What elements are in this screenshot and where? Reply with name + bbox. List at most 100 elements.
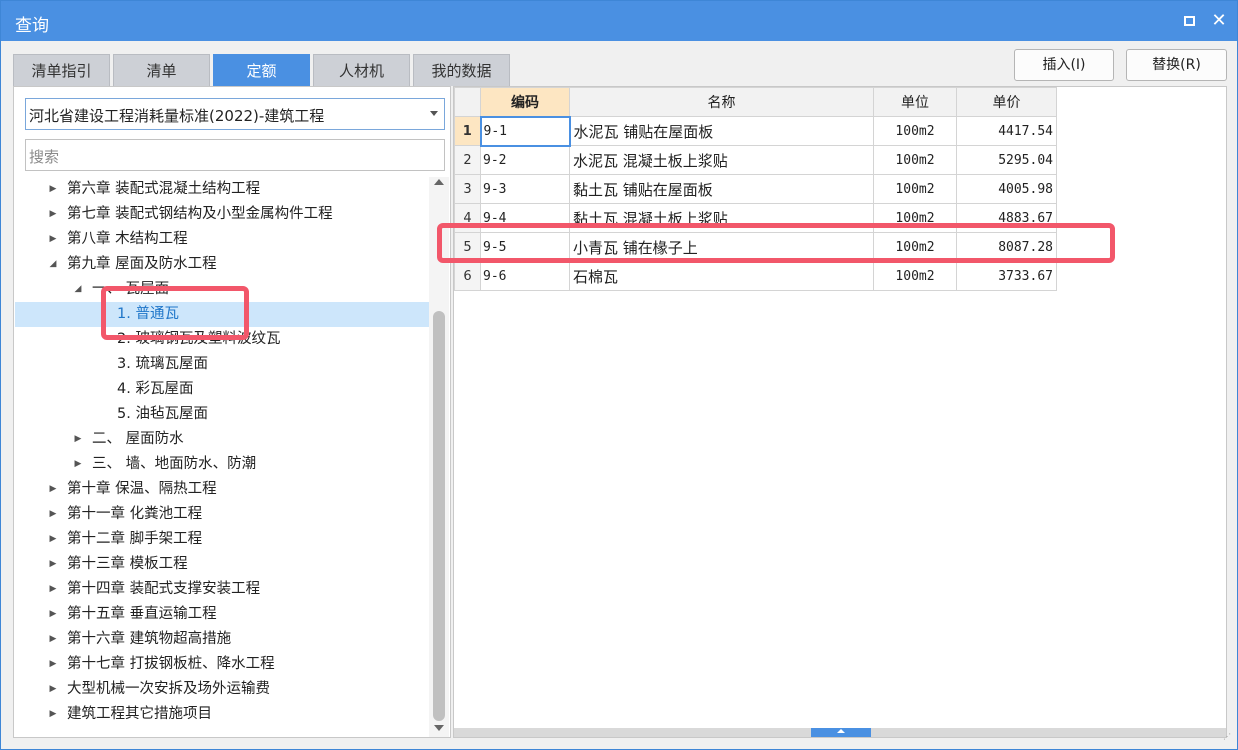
expand-arrow-icon[interactable]: ▶ [47,177,59,202]
cell-unit[interactable]: 100m2 [873,261,957,291]
cell-code[interactable]: 9-5 [480,232,570,262]
cell-name[interactable]: 石棉瓦 [569,261,874,291]
expand-arrow-icon[interactable]: ▶ [47,677,59,702]
expand-arrow-icon[interactable]: ▶ [47,527,59,552]
resize-grip-icon[interactable]: ⋰ [1223,733,1235,747]
tree-item[interactable]: ▶ 第十四章 装配式支撑安装工程 [15,577,429,602]
cell-price[interactable]: 3733.67 [956,261,1057,291]
collapse-arrow-icon[interactable]: ◢ [47,252,59,277]
cell-price[interactable]: 5295.04 [956,145,1057,175]
cell-code[interactable]: 9-4 [480,203,570,233]
table-row[interactable]: 4 9-4 黏土瓦 混凝土板上浆贴 100m2 4883.67 [454,203,1057,233]
tree-item[interactable]: 5. 油毡瓦屋面 [15,402,429,427]
cell-code[interactable]: 9-3 [480,174,570,204]
tree-item[interactable]: ▶ 第十二章 脚手架工程 [15,527,429,552]
tree-item[interactable]: ◢ 第九章 屋面及防水工程 [15,252,429,277]
col-header-unit[interactable]: 单位 [873,87,957,117]
cell-name[interactable]: 小青瓦 铺在椽子上 [569,232,874,262]
expand-arrow-icon[interactable]: ▶ [47,202,59,227]
col-header-name[interactable]: 名称 [569,87,874,117]
tree-item[interactable]: ◢ 一、 瓦屋面 [15,277,429,302]
expand-arrow-icon[interactable]: ▶ [47,552,59,577]
table-row[interactable]: 6 9-6 石棉瓦 100m2 3733.67 [454,261,1057,291]
left-panel: 河北省建设工程消耗量标准(2022)-建筑工程 搜索 ▶ 第六章 装配式混凝土结构… [13,86,451,738]
cell-price[interactable]: 8087.28 [956,232,1057,262]
cell-price[interactable]: 4417.54 [956,116,1057,146]
search-input[interactable]: 搜索 [25,139,445,171]
tree-item[interactable]: ▶ 第十七章 打拔钢板桩、降水工程 [15,652,429,677]
tree-item[interactable]: ▶ 第十三章 模板工程 [15,552,429,577]
expand-arrow-icon[interactable]: ▶ [47,477,59,502]
cell-unit[interactable]: 100m2 [873,203,957,233]
cell-unit[interactable]: 100m2 [873,116,957,146]
standard-select[interactable]: 河北省建设工程消耗量标准(2022)-建筑工程 [25,98,445,130]
chevron-up-icon [837,729,845,733]
scrollbar-thumb[interactable] [433,311,445,721]
close-icon[interactable]: ✕ [1207,9,1231,33]
tree-item[interactable]: ▶ 建筑工程其它措施项目 [15,702,429,727]
tree-item[interactable]: ▶ 第六章 装配式混凝土结构工程 [15,177,429,202]
collapse-arrow-icon[interactable]: ◢ [72,277,84,302]
horizontal-splitter[interactable] [454,728,1226,737]
tab-materials[interactable]: 人材机 [313,54,410,86]
tree-item[interactable]: ▶ 二、 屋面防水 [15,427,429,452]
scroll-up-icon[interactable] [434,179,444,185]
table-row[interactable]: 2 9-2 水泥瓦 混凝土板上浆贴 100m2 5295.04 [454,145,1057,175]
tab-list-guide[interactable]: 清单指引 [13,54,110,86]
tree-item[interactable]: 2. 玻璃钢瓦及塑料波纹瓦 [15,327,429,352]
splitter-handle[interactable] [811,728,871,737]
tree-item[interactable]: ▶ 第十章 保温、隔热工程 [15,477,429,502]
insert-button[interactable]: 插入(I) [1014,49,1114,81]
tree-item[interactable]: 4. 彩瓦屋面 [15,377,429,402]
expand-arrow-icon[interactable]: ▶ [47,577,59,602]
tree-item[interactable]: 3. 琉璃瓦屋面 [15,352,429,377]
cell-code[interactable]: 9-2 [480,145,570,175]
cell-code[interactable]: 9-1 [479,115,571,147]
row-number: 2 [454,145,481,175]
table-row[interactable]: 3 9-3 黏土瓦 铺贴在屋面板 100m2 4005.98 [454,174,1057,204]
tab-quota[interactable]: 定额 [213,54,310,86]
cell-price[interactable]: 4005.98 [956,174,1057,204]
cell-unit[interactable]: 100m2 [873,174,957,204]
replace-button[interactable]: 替换(R) [1126,49,1227,81]
row-number: 5 [454,232,481,262]
row-number: 3 [454,174,481,204]
cell-unit[interactable]: 100m2 [873,145,957,175]
cell-code[interactable]: 9-6 [480,261,570,291]
tree-item[interactable]: ▶ 三、 墙、地面防水、防潮 [15,452,429,477]
tab-my-data[interactable]: 我的数据 [413,54,510,86]
expand-arrow-icon[interactable]: ▶ [47,702,59,727]
expand-arrow-icon[interactable]: ▶ [47,602,59,627]
table-row[interactable]: 1 9-1 水泥瓦 铺贴在屋面板 100m2 4417.54 [454,115,1057,147]
col-header-price[interactable]: 单价 [956,87,1057,117]
cell-name[interactable]: 水泥瓦 混凝土板上浆贴 [569,145,874,175]
cell-name[interactable]: 黏土瓦 混凝土板上浆贴 [569,203,874,233]
cell-name[interactable]: 水泥瓦 铺贴在屋面板 [569,116,874,146]
tree-item[interactable]: ▶ 第十一章 化粪池工程 [15,502,429,527]
tree-item[interactable]: ▶ 第八章 木结构工程 [15,227,429,252]
tree-item[interactable]: ▶ 第十六章 建筑物超高措施 [15,627,429,652]
expand-arrow-icon[interactable]: ▶ [47,627,59,652]
dialog-title: 查询 [15,16,49,36]
expand-arrow-icon[interactable]: ▶ [47,502,59,527]
expand-arrow-icon[interactable]: ▶ [72,427,84,452]
table-row[interactable]: 5 9-5 小青瓦 铺在椽子上 100m2 8087.28 [454,232,1057,262]
cell-price[interactable]: 4883.67 [956,203,1057,233]
cell-unit[interactable]: 100m2 [873,232,957,262]
expand-arrow-icon[interactable]: ▶ [72,452,84,477]
tree-item[interactable]: ▶ 大型机械一次安拆及场外运输费 [15,677,429,702]
cell-name[interactable]: 黏土瓦 铺贴在屋面板 [569,174,874,204]
scroll-down-icon[interactable] [434,725,444,731]
expand-arrow-icon[interactable]: ▶ [47,227,59,252]
tree-scrollbar[interactable] [429,177,449,737]
expand-arrow-icon[interactable]: ▶ [47,652,59,677]
maximize-icon[interactable] [1177,9,1201,33]
table-header-row: 编码 名称 单位 单价 [454,87,1057,117]
tree-item-selected[interactable]: 1. 普通瓦 [15,302,429,327]
tree-item[interactable]: ▶ 第七章 装配式钢结构及小型金属构件工程 [15,202,429,227]
corner-cell [454,87,481,117]
tree-item[interactable]: ▶ 第十五章 垂直运输工程 [15,602,429,627]
col-header-code[interactable]: 编码 [480,87,570,117]
tab-list[interactable]: 清单 [113,54,210,86]
row-number: 1 [454,116,481,146]
